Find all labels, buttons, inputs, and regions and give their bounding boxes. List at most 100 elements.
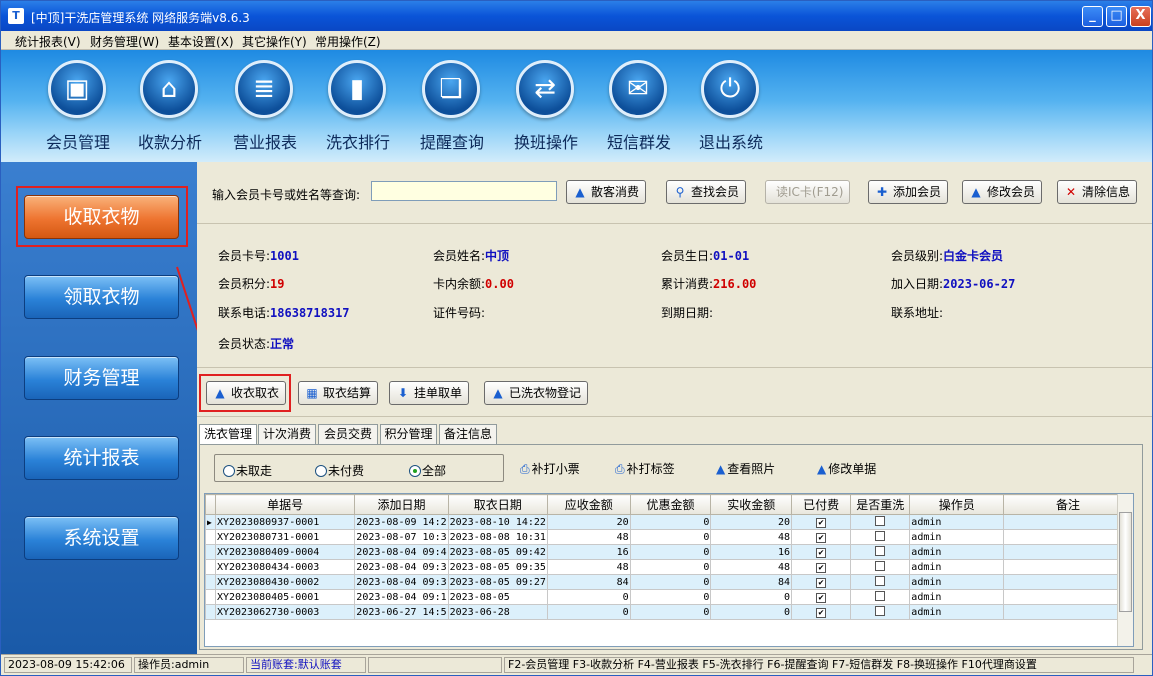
maximize-button[interactable]: □ (1106, 6, 1127, 27)
radio-icon (223, 465, 235, 477)
tab-remarks[interactable]: 备注信息 (439, 424, 497, 444)
arrow-up-icon: ▲ (817, 462, 827, 476)
column-header[interactable]: 是否重洗 (850, 494, 911, 515)
checkbox[interactable]: ✔ (816, 592, 827, 603)
tool-exit-system[interactable]: ⏻ 退出系统 (691, 60, 771, 160)
add-member-button[interactable]: ✚ 添加会员 (868, 180, 949, 204)
table-cell: 0 (629, 559, 712, 575)
field-label: 到期日期: (661, 306, 714, 320)
tab-laundry-manage[interactable]: 洗衣管理 (199, 424, 257, 445)
table-cell (1003, 589, 1133, 605)
tool-member-manage[interactable]: ▣ 会员管理 (38, 60, 118, 160)
column-header[interactable]: 取衣日期 (447, 494, 548, 515)
find-member-button[interactable]: ⚲ 查找会员 (666, 180, 747, 204)
search-input[interactable] (371, 181, 557, 201)
table-row[interactable]: XY2023080409-0004 2023-08-04 09:4 2023-08-… (205, 544, 1133, 560)
edit-member-button[interactable]: ▲ 修改会员 (962, 180, 1043, 204)
title-bar[interactable]: T [中顶]干洗店管理系统 网络服务端v8.6.3 _ □ X (1, 1, 1152, 31)
tool-shift-change[interactable]: ⇄ 换班操作 (506, 60, 586, 160)
checkbox[interactable]: ✔ (816, 532, 827, 543)
scroll-thumb[interactable] (1119, 512, 1132, 612)
table-cell: 48 (546, 559, 631, 575)
table-cell: 84 (546, 574, 631, 590)
column-header[interactable]: 操作员 (909, 494, 1005, 515)
tool-reminder-query[interactable]: ❏ 提醒查询 (412, 60, 492, 160)
table-row[interactable]: XY2023062730-0003 2023-06-27 14:5 2023-06-… (205, 604, 1133, 620)
checkbox[interactable]: ✔ (816, 577, 827, 588)
table-row[interactable]: XY2023080434-0003 2023-08-04 09:3 2023-08-… (205, 559, 1133, 575)
checkbox[interactable] (875, 530, 886, 541)
tool-business-report[interactable]: ≣ 营业报表 (225, 60, 305, 160)
field-label: 会员级别: (891, 249, 944, 263)
sidebar-item-stats[interactable]: 统计报表 (24, 436, 179, 480)
close-button[interactable]: X (1130, 6, 1151, 27)
reprint-label-button[interactable]: ⎙ 补打标签 (615, 460, 675, 477)
minimize-button[interactable]: _ (1082, 6, 1103, 27)
washed-register-button[interactable]: ▲ 已洗衣物登记 (484, 381, 589, 405)
sidebar-item-finance[interactable]: 财务管理 (24, 356, 179, 400)
table-row[interactable]: XY2023080731-0001 2023-08-07 10:3 2023-08-… (205, 529, 1133, 545)
tool-payment-analysis[interactable]: ⌂ 收款分析 (130, 60, 210, 160)
orders-table[interactable]: 单据号 添加日期 取衣日期 应收金额 优惠金额 实收金额 已付费 是否重洗 操作员 备注 ▶ XY2… (204, 493, 1134, 647)
table-cell: 2023-08-04 09:3 (354, 559, 449, 575)
table-cell: 2023-08-05 (447, 589, 548, 605)
radio-icon (315, 465, 327, 477)
checkbox[interactable] (875, 590, 886, 601)
button-label: 查看照片 (727, 462, 776, 476)
field-value: 18638718317 (270, 306, 350, 320)
menu-basic-settings[interactable]: 基本设置(X) (168, 33, 234, 50)
menu-common-ops[interactable]: 常用操作(Z) (315, 33, 381, 50)
checkbox[interactable]: ✔ (816, 517, 827, 528)
sidebar-item-settings[interactable]: 系统设置 (24, 516, 179, 560)
tab-member-payment[interactable]: 会员交费 (318, 424, 378, 444)
checkbox[interactable] (875, 575, 886, 586)
table-cell (850, 529, 911, 545)
column-header[interactable]: 应收金额 (546, 494, 631, 515)
menu-bar: 统计报表(V) 财务管理(W) 基本设置(X) 其它操作(Y) 常用操作(Z) (1, 31, 1152, 50)
view-photo-button[interactable]: ▲ 查看照片 (716, 460, 775, 477)
clear-info-button[interactable]: ✕ 清除信息 (1057, 180, 1138, 204)
magnifier-icon: ⚲ (675, 185, 685, 199)
button-label: 挂单取单 (414, 386, 463, 400)
checkbox[interactable]: ✔ (816, 607, 827, 618)
bar-chart-icon: ▮ (328, 60, 386, 118)
column-header[interactable]: 单据号 (214, 494, 356, 515)
checkbox[interactable]: ✔ (816, 547, 827, 558)
menu-finance[interactable]: 财务管理(W) (90, 33, 159, 50)
tab-points-manage[interactable]: 积分管理 (380, 424, 437, 444)
walkin-consume-button[interactable]: ▲ 散客消费 (566, 180, 647, 204)
member-join-field: 加入日期:2023-06-27 (891, 275, 1015, 292)
tool-laundry-ranking[interactable]: ▮ 洗衣排行 (318, 60, 398, 160)
table-cell: admin (909, 529, 1005, 545)
table-row[interactable]: XY2023080405-0001 2023-08-04 09:1 2023-08-… (205, 589, 1133, 605)
pickup-settle-button[interactable]: ▦ 取衣结算 (298, 381, 379, 405)
sidebar-item-pickup-clothes[interactable]: 领取衣物 (24, 275, 179, 319)
column-header[interactable]: 已付费 (791, 494, 852, 515)
menu-stats-report[interactable]: 统计报表(V) (15, 33, 81, 50)
filter-unpaid[interactable]: 未付费 (315, 462, 364, 479)
filter-not-picked[interactable]: 未取走 (223, 462, 272, 479)
checkbox[interactable] (875, 515, 886, 526)
table-cell (1003, 514, 1133, 530)
vertical-scrollbar[interactable] (1117, 494, 1133, 646)
arrow-down-icon: ⬇ (397, 386, 409, 400)
column-header[interactable]: 添加日期 (354, 494, 449, 515)
tool-sms-broadcast[interactable]: ✉ 短信群发 (599, 60, 679, 160)
checkbox[interactable]: ✔ (816, 562, 827, 573)
column-header[interactable]: 优惠金额 (629, 494, 712, 515)
tab-count-consume[interactable]: 计次消费 (258, 424, 316, 444)
checkbox[interactable] (875, 605, 886, 616)
filter-all[interactable]: 全部 (409, 462, 446, 479)
column-header[interactable]: 实收金额 (710, 494, 793, 515)
checkbox[interactable] (875, 560, 886, 571)
swap-arrows-icon: ⇄ (516, 60, 574, 118)
hold-order-button[interactable]: ⬇ 挂单取单 (389, 381, 470, 405)
reprint-receipt-button[interactable]: ⎙ 补打小票 (520, 460, 580, 477)
menu-other-ops[interactable]: 其它操作(Y) (242, 33, 307, 50)
checkbox[interactable] (875, 545, 886, 556)
table-row[interactable]: XY2023080430-0002 2023-08-04 09:3 2023-08-… (205, 574, 1133, 590)
table-row[interactable]: ▶ XY2023080937-0001 2023-08-09 14:2 2023-08… (205, 514, 1133, 530)
column-header[interactable]: 备注 (1003, 494, 1133, 515)
edit-order-button[interactable]: ▲ 修改单据 (817, 460, 876, 477)
read-ic-card-button[interactable]: 读IC卡(F12) (765, 180, 851, 204)
